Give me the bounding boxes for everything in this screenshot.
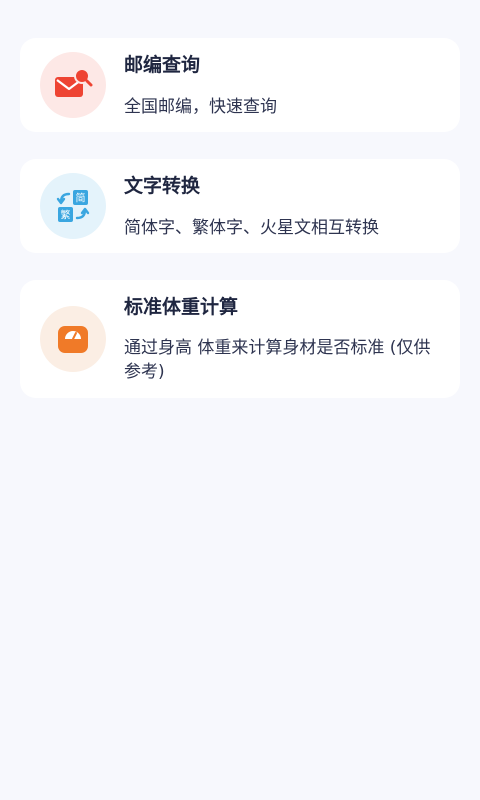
text-convert-title: 文字转换	[124, 175, 201, 197]
scale-icon	[40, 306, 106, 372]
postal-code-title: 邮编查询	[124, 54, 201, 76]
simplified-glyph: 简	[76, 192, 86, 205]
standard-weight-title: 标准体重计算	[124, 296, 239, 318]
standard-weight-description: 通过身高 体重来计算身材是否标准 (仅供参考)	[124, 338, 431, 382]
standard-weight-card[interactable]: 标准体重计算 通过身高 体重来计算身材是否标准 (仅供参考)	[20, 280, 460, 398]
text-convert-card[interactable]: 简 繁 文字转换 简体字、繁体字、火星文相互转换	[20, 159, 460, 253]
convert-icon: 简 繁	[40, 173, 106, 239]
postal-code-card[interactable]: 邮编查询 全国邮编，快速查询	[20, 38, 460, 132]
postal-code-description: 全国邮编，快速查询	[124, 97, 277, 117]
mail-search-icon	[40, 52, 106, 118]
text-convert-description: 简体字、繁体字、火星文相互转换	[124, 218, 379, 238]
traditional-glyph: 繁	[61, 209, 71, 222]
